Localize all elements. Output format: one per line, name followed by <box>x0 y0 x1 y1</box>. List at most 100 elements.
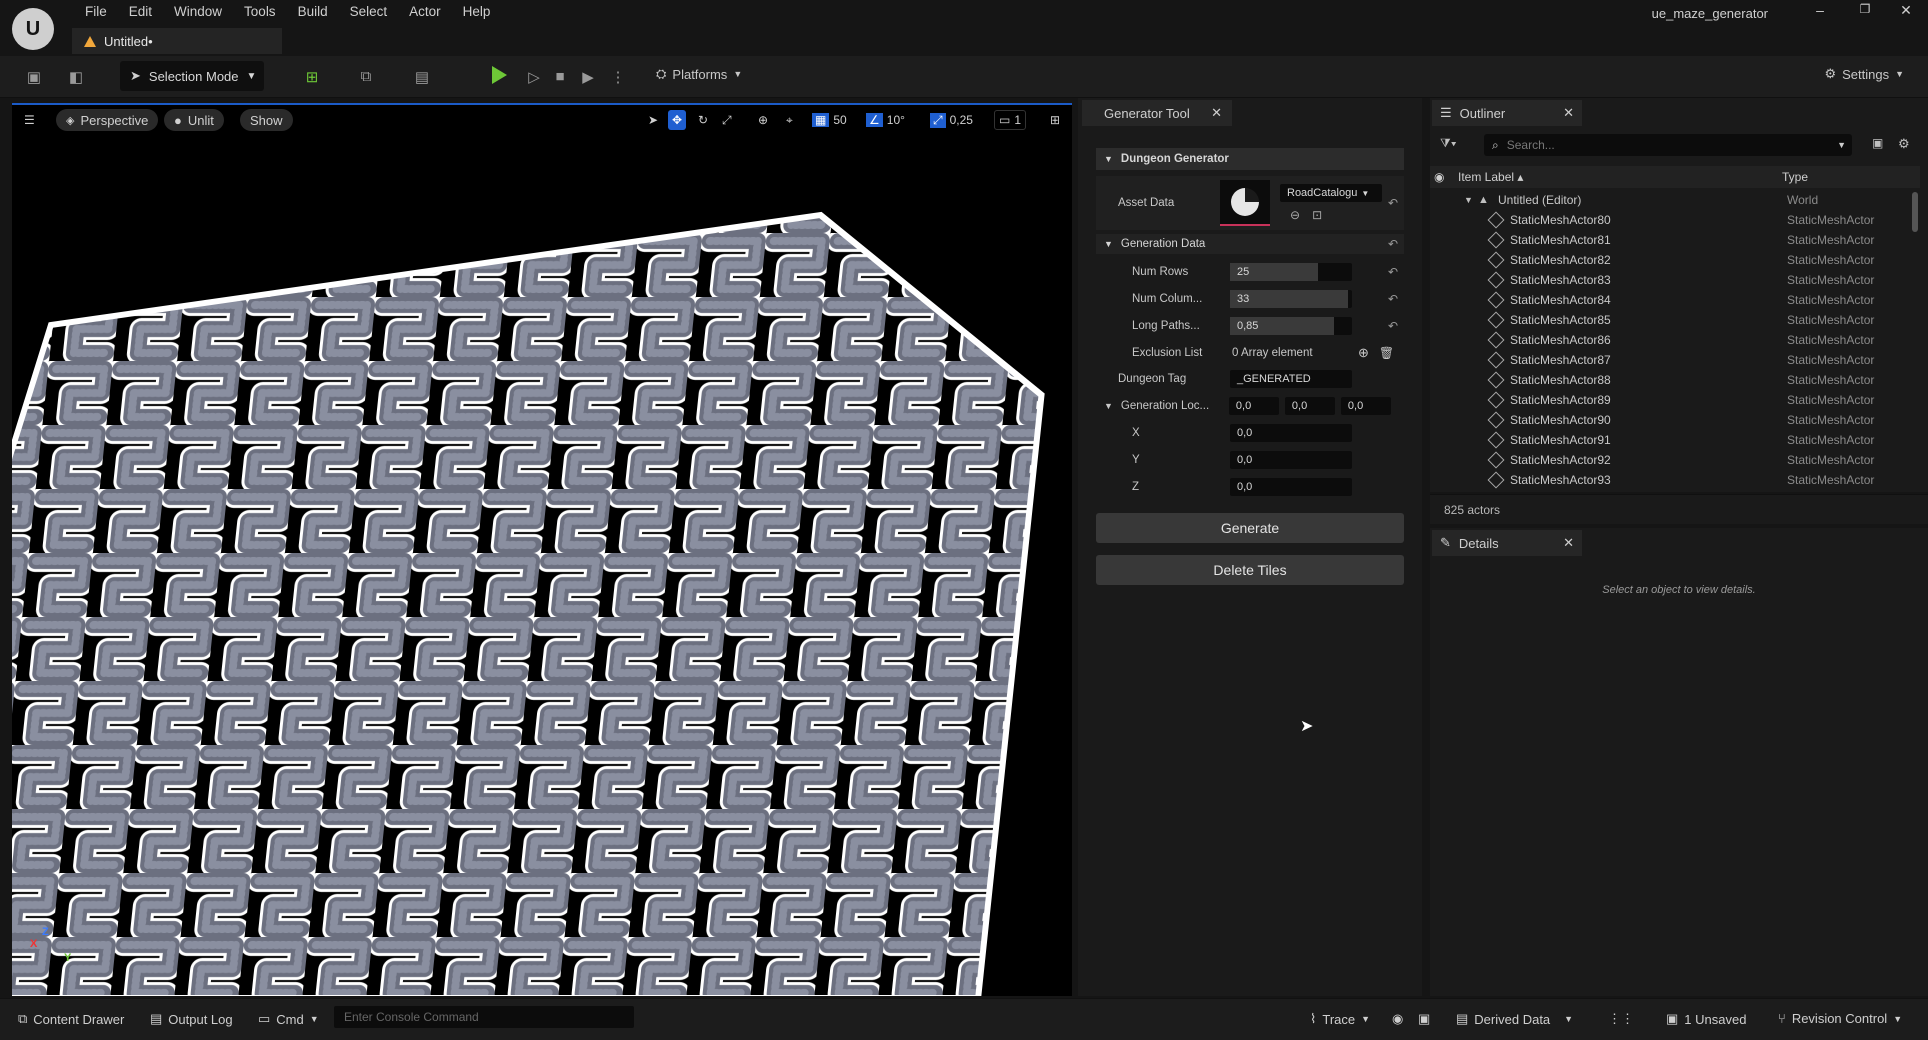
outliner-row[interactable]: StaticMeshActor87 StaticMeshActor <box>1430 350 1920 370</box>
reset-icon[interactable]: ↶ <box>1388 319 1398 333</box>
num-rows-slider[interactable]: 25 <box>1230 263 1352 281</box>
dungeon-tag-input[interactable]: _GENERATED <box>1230 370 1352 388</box>
outliner-row[interactable]: StaticMeshActor82 StaticMeshActor <box>1430 250 1920 270</box>
outliner-row[interactable]: StaticMeshActor88 StaticMeshActor <box>1430 370 1920 390</box>
use-selected-icon[interactable]: ⊡ <box>1312 208 1322 222</box>
location-z-input[interactable]: 0,0 <box>1340 397 1391 415</box>
document-tab[interactable]: Untitled• <box>72 28 282 54</box>
generator-tool-tab[interactable]: Generator Tool ✕ <box>1082 100 1232 126</box>
outliner-row[interactable]: StaticMeshActor86 StaticMeshActor <box>1430 330 1920 350</box>
outliner-root-row[interactable]: ▼ ▲ Untitled (Editor) World <box>1430 190 1920 210</box>
close-icon[interactable]: ✕ <box>1563 535 1574 551</box>
browse-icon[interactable]: ◧ <box>66 68 86 86</box>
location-x-input[interactable]: 0,0 <box>1228 397 1279 415</box>
camera-speed-button[interactable]: ▭ 1 <box>994 110 1027 130</box>
asset-dropdown[interactable]: RoadCatalogu ▼ <box>1280 184 1382 202</box>
trace-dropdown[interactable]: ⌇ Trace ▼ <box>1310 1011 1370 1027</box>
outliner-row[interactable]: StaticMeshActor81 StaticMeshActor <box>1430 230 1920 250</box>
filter-icon[interactable]: ⧩▾ <box>1440 136 1457 151</box>
reset-icon[interactable]: ↶ <box>1388 196 1398 210</box>
outliner-search[interactable]: ⌕ Search... ▼ <box>1484 134 1852 156</box>
unsaved-button[interactable]: ▣ 1 Unsaved <box>1666 1011 1746 1027</box>
unreal-logo[interactable]: U <box>12 8 54 50</box>
add-element-icon[interactable]: ⊕ <box>1358 345 1369 361</box>
num-columns-slider[interactable]: 33 <box>1230 290 1352 308</box>
show-button[interactable]: Show <box>240 109 293 131</box>
gear-icon[interactable]: ⚙ <box>1898 136 1910 152</box>
outliner-row[interactable]: StaticMeshActor92 StaticMeshActor <box>1430 450 1920 470</box>
menu-actor[interactable]: Actor <box>398 3 452 21</box>
menu-build[interactable]: Build <box>287 3 339 21</box>
close-window-button[interactable]: ✕ <box>1886 2 1926 22</box>
close-icon[interactable]: ✕ <box>1563 105 1574 121</box>
eye-icon[interactable]: ◉ <box>1434 170 1444 184</box>
dungeon-generator-section[interactable]: ▼ Dungeon Generator <box>1096 148 1404 170</box>
menu-select[interactable]: Select <box>339 3 399 21</box>
derived-data-dropdown[interactable]: ▤ Derived Data ▼ <box>1456 1011 1573 1027</box>
step-icon[interactable]: ▷ <box>524 68 544 86</box>
scale-tool-icon[interactable]: ⤢ <box>718 110 736 130</box>
record-icon[interactable]: ◉ <box>1392 1011 1403 1027</box>
add-folder-icon[interactable]: ▣ <box>1872 136 1883 150</box>
outliner-row[interactable]: StaticMeshActor85 StaticMeshActor <box>1430 310 1920 330</box>
browse-asset-icon[interactable]: ⊖ <box>1290 208 1300 222</box>
launch-icon[interactable]: ▶ <box>578 68 598 86</box>
reset-icon[interactable]: ↶ <box>1388 265 1398 279</box>
layout-icon[interactable]: ⊞ <box>1046 110 1064 130</box>
z-input[interactable]: 0,0 <box>1230 478 1352 496</box>
stop-icon[interactable]: ■ <box>550 68 570 86</box>
surface-snap-icon[interactable]: ⌖ <box>782 110 797 130</box>
level-viewport[interactable] <box>12 103 1072 996</box>
menu-tools[interactable]: Tools <box>233 3 287 21</box>
save-icon[interactable]: ▣ <box>24 68 44 86</box>
generation-data-section[interactable]: ▼ Generation Data ↶ <box>1096 234 1404 254</box>
console-input[interactable]: Enter Console Command <box>334 1006 634 1028</box>
rotate-tool-icon[interactable]: ↻ <box>694 110 712 130</box>
menu-edit[interactable]: Edit <box>118 3 163 21</box>
menu-window[interactable]: Window <box>163 3 233 21</box>
delete-tiles-button[interactable]: Delete Tiles <box>1096 555 1404 585</box>
more-options-icon[interactable]: ⋮ <box>608 68 628 86</box>
selection-mode-dropdown[interactable]: ➤ Selection Mode ▼ <box>120 61 264 91</box>
scale-snap-toggle[interactable]: ⤢ 0,25 <box>926 110 977 130</box>
cinematics-icon[interactable]: ▤ <box>412 68 432 86</box>
play-icon[interactable] <box>492 66 507 84</box>
revision-control-dropdown[interactable]: ⑂ Revision Control ▼ <box>1778 1011 1902 1026</box>
reset-icon[interactable]: ↶ <box>1388 292 1398 306</box>
reset-icon[interactable]: ↶ <box>1388 237 1398 251</box>
cmd-dropdown[interactable]: ▭ Cmd ▼ <box>258 1011 319 1027</box>
settings-dropdown[interactable]: ⚙ Settings ▼ <box>1824 66 1904 82</box>
outliner-row[interactable]: StaticMeshActor90 StaticMeshActor <box>1430 410 1920 430</box>
trash-icon[interactable]: 🗑 <box>1379 346 1394 360</box>
y-input[interactable]: 0,0 <box>1230 451 1352 469</box>
content-drawer-button[interactable]: ⧉ Content Drawer <box>18 1011 124 1027</box>
minimize-button[interactable]: – <box>1800 2 1840 22</box>
source-control-icon[interactable]: ⋮⋮ <box>1608 1011 1634 1027</box>
close-icon[interactable]: ✕ <box>1211 105 1222 121</box>
output-log-button[interactable]: ▤ Output Log <box>150 1011 233 1027</box>
outliner-row[interactable]: StaticMeshActor93 StaticMeshActor <box>1430 470 1920 490</box>
x-input[interactable]: 0,0 <box>1230 424 1352 442</box>
restore-button[interactable]: ❐ <box>1845 2 1885 22</box>
details-tab[interactable]: ✎ Details ✕ <box>1432 530 1582 556</box>
outliner-row[interactable]: StaticMeshActor80 StaticMeshActor <box>1430 210 1920 230</box>
asset-thumbnail[interactable] <box>1220 180 1270 226</box>
outliner-row[interactable]: StaticMeshActor83 StaticMeshActor <box>1430 270 1920 290</box>
add-actor-icon[interactable]: ⊞ <box>302 68 322 86</box>
blueprint-icon[interactable]: ⧉ <box>356 68 376 86</box>
type-header[interactable]: Type <box>1782 170 1808 184</box>
world-space-icon[interactable]: ⊕ <box>754 110 772 130</box>
screenshot-icon[interactable]: ▣ <box>1418 1011 1430 1027</box>
outliner-row[interactable]: StaticMeshActor91 StaticMeshActor <box>1430 430 1920 450</box>
menu-file[interactable]: File <box>74 3 118 21</box>
select-tool-icon[interactable]: ➤ <box>644 110 662 130</box>
outliner-row[interactable]: StaticMeshActor84 StaticMeshActor <box>1430 290 1920 310</box>
hamburger-menu-icon[interactable]: ☰ <box>20 110 39 130</box>
location-y-input[interactable]: 0,0 <box>1284 397 1335 415</box>
long-paths-slider[interactable]: 0,85 <box>1230 317 1352 335</box>
generate-button[interactable]: Generate <box>1096 513 1404 543</box>
perspective-button[interactable]: ◈ Perspective <box>56 109 159 131</box>
menu-help[interactable]: Help <box>452 3 502 21</box>
outliner-row[interactable]: StaticMeshActor89 StaticMeshActor <box>1430 390 1920 410</box>
outliner-tab[interactable]: ☰ Outliner ✕ <box>1432 100 1582 126</box>
